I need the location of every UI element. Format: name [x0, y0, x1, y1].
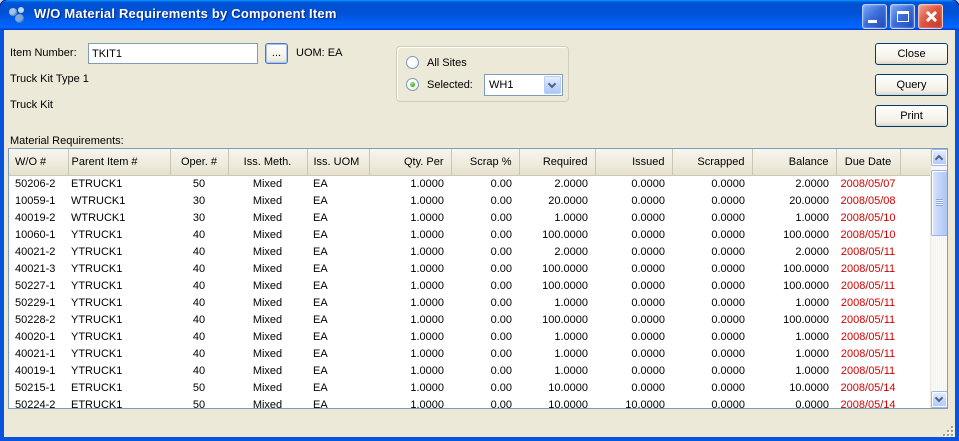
- column-header[interactable]: Qty. Per: [369, 149, 452, 176]
- close-icon: [924, 10, 937, 23]
- minimize-icon: [868, 20, 877, 23]
- table-row[interactable]: 40021-2 YTRUCK1 40 Mixed EA 1.0000 0.00 2.0000 0…: [9, 243, 930, 260]
- table-row[interactable]: 50206-2 ETRUCK1 50 Mixed EA 1.0000 0.00 2.0000 0…: [9, 175, 930, 192]
- uom-label: UOM: EA: [296, 47, 343, 59]
- column-header-spacer: [900, 149, 930, 176]
- site-combobox-value: WH1: [489, 79, 514, 91]
- window-title: W/O Material Requirements by Component I…: [34, 6, 337, 21]
- column-header[interactable]: Due Date: [836, 149, 901, 176]
- title-bar: W/O Material Requirements by Component I…: [0, 0, 959, 30]
- table-row[interactable]: 10059-1 WTRUCK1 30 Mixed EA 1.0000 0.00 20.0000…: [9, 192, 930, 209]
- vertical-scrollbar[interactable]: [930, 149, 947, 408]
- query-button[interactable]: Query: [875, 74, 948, 96]
- chevron-down-icon: [547, 79, 557, 89]
- table-row[interactable]: 50215-1 ETRUCK1 50 Mixed EA 1.0000 0.00 10.0000…: [9, 379, 930, 396]
- column-header[interactable]: Iss. UOM: [307, 149, 370, 176]
- resize-grip[interactable]: [940, 423, 953, 436]
- app-gears-icon: [8, 6, 28, 26]
- chevron-up-icon: [934, 154, 944, 164]
- column-header[interactable]: Balance: [752, 149, 837, 176]
- all-sites-label: All Sites: [427, 57, 467, 69]
- item-description-line1: Truck Kit Type 1: [10, 73, 89, 85]
- table-row[interactable]: 40021-1 YTRUCK1 40 Mixed EA 1.0000 0.00 1.0000 0…: [9, 345, 930, 362]
- column-header[interactable]: Oper. #: [170, 149, 229, 176]
- item-description-line2: Truck Kit: [10, 99, 53, 111]
- item-number-label: Item Number:: [10, 47, 77, 59]
- scrollbar-thumb[interactable]: [931, 170, 947, 236]
- scroll-down-button[interactable]: [931, 391, 947, 408]
- minimize-button[interactable]: [862, 4, 887, 29]
- combobox-dropdown-button[interactable]: [544, 76, 561, 94]
- column-header[interactable]: W/O #: [9, 149, 69, 176]
- column-header[interactable]: Scrapped: [672, 149, 753, 176]
- column-header[interactable]: Parent Item #: [68, 149, 171, 176]
- print-button[interactable]: Print: [875, 105, 948, 127]
- table-row[interactable]: 50229-1 YTRUCK1 40 Mixed EA 1.0000 0.00 1.0000 0…: [9, 294, 930, 311]
- table-row[interactable]: 40021-3 YTRUCK1 40 Mixed EA 1.0000 0.00 100.000…: [9, 260, 930, 277]
- table-row[interactable]: 40019-2 WTRUCK1 30 Mixed EA 1.0000 0.00 1.0000 0…: [9, 209, 930, 226]
- column-header[interactable]: Issued: [595, 149, 673, 176]
- maximize-button[interactable]: [890, 4, 915, 29]
- table-row[interactable]: 50227-1 YTRUCK1 40 Mixed EA 1.0000 0.00 100.000…: [9, 277, 930, 294]
- selected-site-label: Selected:: [427, 79, 473, 91]
- table-row[interactable]: 40019-1 YTRUCK1 40 Mixed EA 1.0000 0.00 1.0000 0…: [9, 362, 930, 379]
- column-header[interactable]: Iss. Meth.: [228, 149, 308, 176]
- chevron-down-icon: [934, 393, 944, 403]
- material-requirements-grid: W/O # Parent Item # Oper. # Iss. Meth. Iss. …: [8, 148, 948, 409]
- table-row[interactable]: 40020-1 YTRUCK1 40 Mixed EA 1.0000 0.00 1.0000 0…: [9, 328, 930, 345]
- selected-site-radio[interactable]: [406, 78, 419, 91]
- dialog-content: Item Number: ... UOM: EA Truck Kit Type …: [4, 30, 955, 437]
- site-combobox[interactable]: WH1: [484, 74, 563, 96]
- column-header[interactable]: Required: [519, 149, 596, 176]
- browse-button[interactable]: ...: [265, 43, 288, 64]
- table-body: 50206-2 ETRUCK1 50 Mixed EA 1.0000 0.00 2.0000 0…: [9, 175, 930, 409]
- material-requirements-label: Material Requirements:: [10, 135, 124, 147]
- all-sites-radio[interactable]: [406, 56, 419, 69]
- item-number-input[interactable]: [88, 43, 258, 64]
- column-header[interactable]: Scrap %: [451, 149, 520, 176]
- table-header-row: W/O # Parent Item # Oper. # Iss. Meth. Iss. …: [9, 149, 930, 176]
- maximize-icon: [897, 11, 909, 22]
- close-button[interactable]: Close: [875, 43, 948, 65]
- table-row[interactable]: 10060-1 YTRUCK1 40 Mixed EA 1.0000 0.00 100.000…: [9, 226, 930, 243]
- dialog-window: W/O Material Requirements by Component I…: [0, 0, 959, 441]
- table-row[interactable]: 50224-2 ETRUCK1 50 Mixed EA 1.0000 0.00 10.0000…: [9, 396, 930, 409]
- close-window-button[interactable]: [918, 4, 943, 29]
- scroll-up-button[interactable]: [931, 149, 947, 166]
- sites-groupbox: All Sites Selected: WH1: [396, 46, 569, 102]
- table-row[interactable]: 50228-2 YTRUCK1 40 Mixed EA 1.0000 0.00 100.000…: [9, 311, 930, 328]
- scrollbar-grip-icon: [936, 199, 943, 206]
